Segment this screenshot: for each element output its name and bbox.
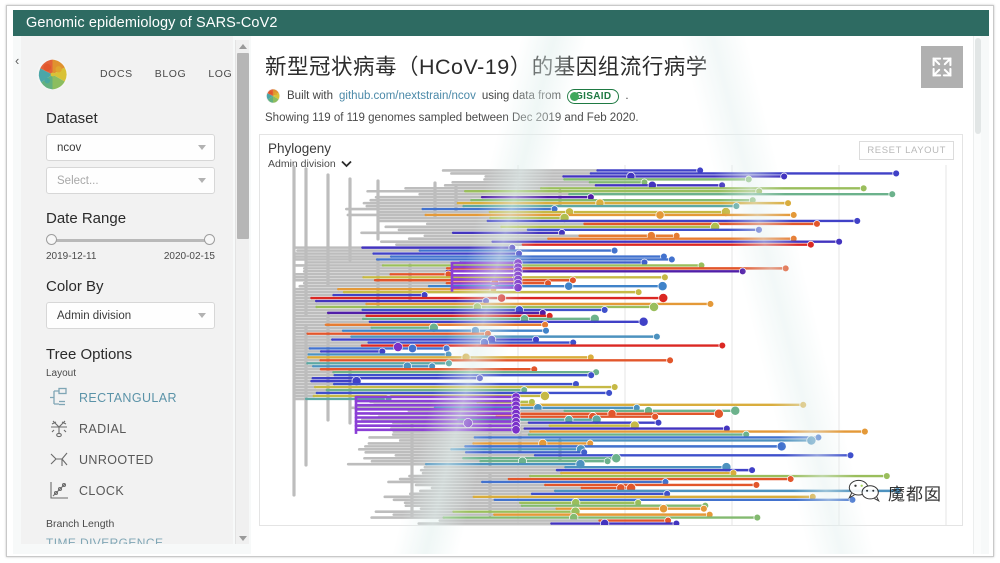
layout-option-unrooted-label: UNROOTED (79, 452, 154, 467)
color-by-select[interactable]: Admin division (46, 302, 215, 329)
date-range-labels: 2019-12-11 2020-02-15 (46, 251, 215, 262)
layout-option-unrooted[interactable]: UNROOTED (21, 444, 233, 475)
scroll-down-arrow-icon[interactable] (236, 532, 250, 544)
phylogenetic-tree-svg[interactable] (260, 165, 962, 525)
color-by-value: Admin division (57, 309, 132, 322)
window-title: Genomic epidemiology of SARS-CoV2 (26, 15, 278, 31)
expand-fullscreen-icon[interactable] (921, 46, 963, 88)
gisaid-badge[interactable]: GISAID (567, 88, 620, 104)
dataset-secondary-value: Select... (57, 174, 99, 187)
branch-length-label: Branch Length (46, 518, 115, 530)
genome-count-summary: Showing 119 of 119 genomes sampled betwe… (265, 112, 639, 124)
built-with-prefix: Built with (287, 90, 334, 102)
date-range-end: 2020-02-15 (163, 251, 215, 262)
phylogeny-tree[interactable] (260, 165, 962, 525)
chevron-down-icon (198, 145, 206, 150)
unrooted-tree-icon (48, 449, 70, 470)
app-body: DOCS BLOG LOGIN Dataset ncov Select... D… (13, 36, 989, 554)
layout-label: Layout (46, 368, 77, 379)
window-title-bar: Genomic epidemiology of SARS-CoV2 (13, 10, 989, 36)
built-with-mid: using data from (481, 90, 562, 102)
nav-link-docs[interactable]: DOCS (100, 68, 133, 80)
main-panel: 新型冠状病毒（HCoV-19）的基因组流行病学 Built with githu… (251, 36, 981, 554)
clock-tree-icon (48, 480, 70, 501)
reset-layout-button[interactable]: RESET LAYOUT (859, 141, 954, 160)
sidebar-scroll-thumb[interactable] (237, 53, 249, 239)
main-scroll-thumb[interactable] (975, 38, 981, 134)
sidebar-nav-links: DOCS BLOG LOGIN (100, 68, 233, 80)
nextstrain-logo[interactable] (35, 56, 70, 92)
color-by-heading: Color By (46, 278, 104, 295)
built-with-line: Built with github.com/nextstrain/ncov us… (265, 88, 961, 104)
dataset-secondary-select[interactable]: Select... (46, 167, 215, 194)
sidebar-collapse-chevron-icon[interactable]: ‹ (15, 54, 19, 67)
layout-option-radial-label: RADIAL (79, 421, 127, 436)
nav-link-blog[interactable]: BLOG (155, 68, 187, 80)
nav-link-login[interactable]: LOGIN (208, 68, 233, 80)
dataset-select[interactable]: ncov (46, 134, 215, 161)
layout-option-rectangular[interactable]: RECTANGULAR (21, 382, 233, 413)
tree-options-heading: Tree Options (46, 346, 133, 363)
phylogeny-title: Phylogeny (268, 141, 332, 156)
date-slider-handle-start[interactable] (46, 234, 57, 245)
rectangular-tree-icon (48, 387, 70, 408)
layout-option-clock-label: CLOCK (79, 483, 125, 498)
page-title: 新型冠状病毒（HCoV-19）的基因组流行病学 (265, 55, 708, 79)
sidebar-scrollbar[interactable] (235, 40, 249, 544)
date-range-slider[interactable] (46, 233, 215, 249)
dataset-heading: Dataset (46, 110, 98, 127)
date-slider-handle-end[interactable] (204, 234, 215, 245)
sidebar-header: DOCS BLOG LOGIN (21, 50, 233, 96)
nextstrain-mini-logo (265, 88, 281, 104)
layout-option-clock[interactable]: CLOCK (21, 475, 233, 506)
watermark-text: 魔都囡 (888, 485, 942, 505)
date-slider-track (52, 239, 209, 242)
application-window: Genomic epidemiology of SARS-CoV2 DOCS B… (6, 5, 994, 557)
chevron-down-icon (198, 313, 206, 318)
sidebar: DOCS BLOG LOGIN Dataset ncov Select... D… (21, 36, 233, 544)
date-range-start: 2019-12-11 (46, 251, 97, 262)
phylogeny-card: Phylogeny Admin division RESET LAYOUT 魔都… (259, 134, 963, 526)
main-scrollbar[interactable] (973, 36, 981, 554)
built-with-suffix: . (625, 90, 629, 102)
branch-length-options[interactable]: TIME DIVERGENCE (21, 536, 233, 544)
nextstrain-repo-link[interactable]: github.com/nextstrain/ncov (339, 90, 476, 102)
wechat-icon (847, 478, 881, 507)
date-range-heading: Date Range (46, 210, 127, 227)
dataset-select-value: ncov (57, 141, 82, 154)
layout-option-radial[interactable]: RADIAL (21, 413, 233, 444)
chevron-down-icon (198, 178, 206, 183)
watermark: 魔都囡 (847, 478, 942, 507)
scroll-up-arrow-icon[interactable] (236, 40, 250, 52)
main-header: 新型冠状病毒（HCoV-19）的基因组流行病学 Built with githu… (251, 36, 981, 124)
radial-tree-icon (48, 418, 70, 439)
layout-option-rectangular-label: RECTANGULAR (79, 390, 177, 405)
